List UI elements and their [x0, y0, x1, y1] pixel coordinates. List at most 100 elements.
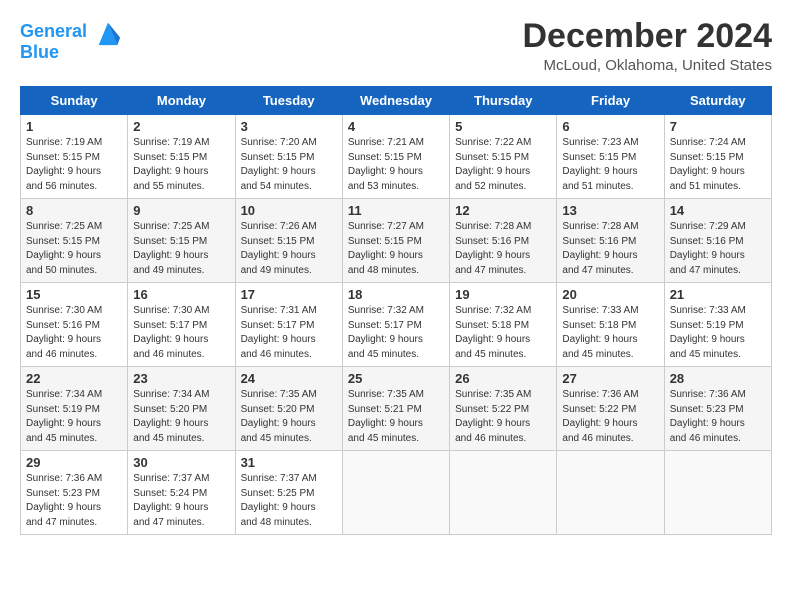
- calendar-cell: 14 Sunrise: 7:29 AM Sunset: 5:16 PM Dayli…: [664, 199, 771, 283]
- calendar-cell: 1Sunrise: 7:19 AM Sunset: 5:15 PM Daylig…: [21, 115, 128, 199]
- day-info: Sunrise: 7:28 AM Sunset: 5:16 PM Dayligh…: [455, 220, 551, 278]
- day-number: 18: [348, 287, 444, 302]
- day-number: 31: [241, 455, 337, 470]
- day-info: Sunrise: 7:36 AM Sunset: 5:23 PM Dayligh…: [26, 472, 122, 530]
- day-number: 11: [348, 203, 444, 218]
- calendar-cell: 20 Sunrise: 7:33 AM Sunset: 5:18 PM Dayli…: [557, 283, 664, 367]
- calendar-cell: 25 Sunrise: 7:35 AM Sunset: 5:21 PM Dayli…: [342, 367, 449, 451]
- calendar-cell: [450, 451, 557, 535]
- day-number: 25: [348, 371, 444, 386]
- day-number: 24: [241, 371, 337, 386]
- calendar-table: SundayMondayTuesdayWednesdayThursdayFrid…: [20, 86, 772, 535]
- header: General Blue December 2024 McLoud, Oklah…: [20, 18, 772, 74]
- calendar-cell: 17 Sunrise: 7:31 AM Sunset: 5:17 PM Dayli…: [235, 283, 342, 367]
- day-number: 30: [133, 455, 229, 470]
- calendar-cell: 16Sunrise: 7:30 AM Sunset: 5:17 PM Dayli…: [128, 283, 235, 367]
- weekday-header-thursday: Thursday: [450, 87, 557, 115]
- day-info: Sunrise: 7:34 AM Sunset: 5:20 PM Dayligh…: [133, 388, 229, 446]
- day-number: 22: [26, 371, 122, 386]
- day-info: Sunrise: 7:29 AM Sunset: 5:16 PM Dayligh…: [670, 220, 766, 278]
- calendar-cell: 31Sunrise: 7:37 AM Sunset: 5:25 PM Dayli…: [235, 451, 342, 535]
- day-info: Sunrise: 7:27 AM Sunset: 5:15 PM Dayligh…: [348, 220, 444, 278]
- calendar-cell: 27 Sunrise: 7:36 AM Sunset: 5:22 PM Dayli…: [557, 367, 664, 451]
- day-info: Sunrise: 7:30 AM Sunset: 5:17 PM Dayligh…: [133, 304, 229, 362]
- calendar-cell: 21 Sunrise: 7:33 AM Sunset: 5:19 PM Dayli…: [664, 283, 771, 367]
- day-number: 17: [241, 287, 337, 302]
- calendar-header: SundayMondayTuesdayWednesdayThursdayFrid…: [21, 87, 772, 115]
- calendar-cell: [557, 451, 664, 535]
- day-number: 1: [26, 119, 122, 134]
- calendar-cell: 4 Sunrise: 7:21 AM Sunset: 5:15 PM Daylig…: [342, 115, 449, 199]
- day-number: 10: [241, 203, 337, 218]
- logo-icon: [94, 18, 122, 46]
- day-info: Sunrise: 7:33 AM Sunset: 5:19 PM Dayligh…: [670, 304, 766, 362]
- calendar-cell: 24 Sunrise: 7:35 AM Sunset: 5:20 PM Dayli…: [235, 367, 342, 451]
- day-number: 3: [241, 119, 337, 134]
- day-number: 28: [670, 371, 766, 386]
- calendar-cell: 28 Sunrise: 7:36 AM Sunset: 5:23 PM Dayli…: [664, 367, 771, 451]
- day-number: 29: [26, 455, 122, 470]
- calendar-cell: 30 Sunrise: 7:37 AM Sunset: 5:24 PM Dayli…: [128, 451, 235, 535]
- day-info: Sunrise: 7:23 AM Sunset: 5:15 PM Dayligh…: [562, 136, 658, 194]
- logo: General Blue: [20, 18, 122, 63]
- weekday-header-tuesday: Tuesday: [235, 87, 342, 115]
- day-number: 14: [670, 203, 766, 218]
- calendar-cell: 23 Sunrise: 7:34 AM Sunset: 5:20 PM Dayli…: [128, 367, 235, 451]
- calendar-cell: 11 Sunrise: 7:27 AM Sunset: 5:15 PM Dayli…: [342, 199, 449, 283]
- day-info: Sunrise: 7:35 AM Sunset: 5:20 PM Dayligh…: [241, 388, 337, 446]
- day-info: Sunrise: 7:37 AM Sunset: 5:24 PM Dayligh…: [133, 472, 229, 530]
- calendar-cell: 29 Sunrise: 7:36 AM Sunset: 5:23 PM Dayli…: [21, 451, 128, 535]
- day-number: 21: [670, 287, 766, 302]
- day-info: Sunrise: 7:35 AM Sunset: 5:22 PM Dayligh…: [455, 388, 551, 446]
- calendar-cell: 19 Sunrise: 7:32 AM Sunset: 5:18 PM Dayli…: [450, 283, 557, 367]
- day-info: Sunrise: 7:21 AM Sunset: 5:15 PM Dayligh…: [348, 136, 444, 194]
- day-info: Sunrise: 7:36 AM Sunset: 5:23 PM Dayligh…: [670, 388, 766, 446]
- day-info: Sunrise: 7:35 AM Sunset: 5:21 PM Dayligh…: [348, 388, 444, 446]
- day-info: Sunrise: 7:34 AM Sunset: 5:19 PM Dayligh…: [26, 388, 122, 446]
- calendar-cell: 8 Sunrise: 7:25 AM Sunset: 5:15 PM Daylig…: [21, 199, 128, 283]
- weekday-header-monday: Monday: [128, 87, 235, 115]
- day-number: 7: [670, 119, 766, 134]
- calendar-cell: 3 Sunrise: 7:20 AM Sunset: 5:15 PM Daylig…: [235, 115, 342, 199]
- calendar-cell: 15Sunrise: 7:30 AM Sunset: 5:16 PM Dayli…: [21, 283, 128, 367]
- day-info: Sunrise: 7:32 AM Sunset: 5:18 PM Dayligh…: [455, 304, 551, 362]
- day-number: 23: [133, 371, 229, 386]
- day-info: Sunrise: 7:28 AM Sunset: 5:16 PM Dayligh…: [562, 220, 658, 278]
- calendar-cell: 10Sunrise: 7:26 AM Sunset: 5:15 PM Dayli…: [235, 199, 342, 283]
- weekday-header-saturday: Saturday: [664, 87, 771, 115]
- day-info: Sunrise: 7:30 AM Sunset: 5:16 PM Dayligh…: [26, 304, 122, 362]
- day-info: Sunrise: 7:19 AM Sunset: 5:15 PM Dayligh…: [133, 136, 229, 194]
- calendar-cell: 13 Sunrise: 7:28 AM Sunset: 5:16 PM Dayli…: [557, 199, 664, 283]
- calendar-cell: 6 Sunrise: 7:23 AM Sunset: 5:15 PM Daylig…: [557, 115, 664, 199]
- day-number: 13: [562, 203, 658, 218]
- calendar-cell: 22 Sunrise: 7:34 AM Sunset: 5:19 PM Dayli…: [21, 367, 128, 451]
- day-number: 27: [562, 371, 658, 386]
- day-info: Sunrise: 7:25 AM Sunset: 5:15 PM Dayligh…: [26, 220, 122, 278]
- calendar-cell: 26 Sunrise: 7:35 AM Sunset: 5:22 PM Dayli…: [450, 367, 557, 451]
- calendar-cell: 7Sunrise: 7:24 AM Sunset: 5:15 PM Daylig…: [664, 115, 771, 199]
- calendar-week-5: 29 Sunrise: 7:36 AM Sunset: 5:23 PM Dayli…: [21, 451, 772, 535]
- day-info: Sunrise: 7:20 AM Sunset: 5:15 PM Dayligh…: [241, 136, 337, 194]
- day-info: Sunrise: 7:36 AM Sunset: 5:22 PM Dayligh…: [562, 388, 658, 446]
- day-info: Sunrise: 7:33 AM Sunset: 5:18 PM Dayligh…: [562, 304, 658, 362]
- calendar-week-2: 8 Sunrise: 7:25 AM Sunset: 5:15 PM Daylig…: [21, 199, 772, 283]
- weekday-header-sunday: Sunday: [21, 87, 128, 115]
- calendar-cell: 2Sunrise: 7:19 AM Sunset: 5:15 PM Daylig…: [128, 115, 235, 199]
- day-info: Sunrise: 7:31 AM Sunset: 5:17 PM Dayligh…: [241, 304, 337, 362]
- day-number: 8: [26, 203, 122, 218]
- day-number: 26: [455, 371, 551, 386]
- day-info: Sunrise: 7:25 AM Sunset: 5:15 PM Dayligh…: [133, 220, 229, 278]
- calendar-cell: [342, 451, 449, 535]
- calendar-cell: 12Sunrise: 7:28 AM Sunset: 5:16 PM Dayli…: [450, 199, 557, 283]
- location: McLoud, Oklahoma, United States: [522, 57, 772, 74]
- weekday-header-friday: Friday: [557, 87, 664, 115]
- day-number: 6: [562, 119, 658, 134]
- calendar-cell: 5Sunrise: 7:22 AM Sunset: 5:15 PM Daylig…: [450, 115, 557, 199]
- day-number: 4: [348, 119, 444, 134]
- title-block: December 2024 McLoud, Oklahoma, United S…: [522, 18, 772, 74]
- calendar-week-3: 15Sunrise: 7:30 AM Sunset: 5:16 PM Dayli…: [21, 283, 772, 367]
- calendar-cell: [664, 451, 771, 535]
- day-number: 19: [455, 287, 551, 302]
- day-number: 20: [562, 287, 658, 302]
- day-info: Sunrise: 7:32 AM Sunset: 5:17 PM Dayligh…: [348, 304, 444, 362]
